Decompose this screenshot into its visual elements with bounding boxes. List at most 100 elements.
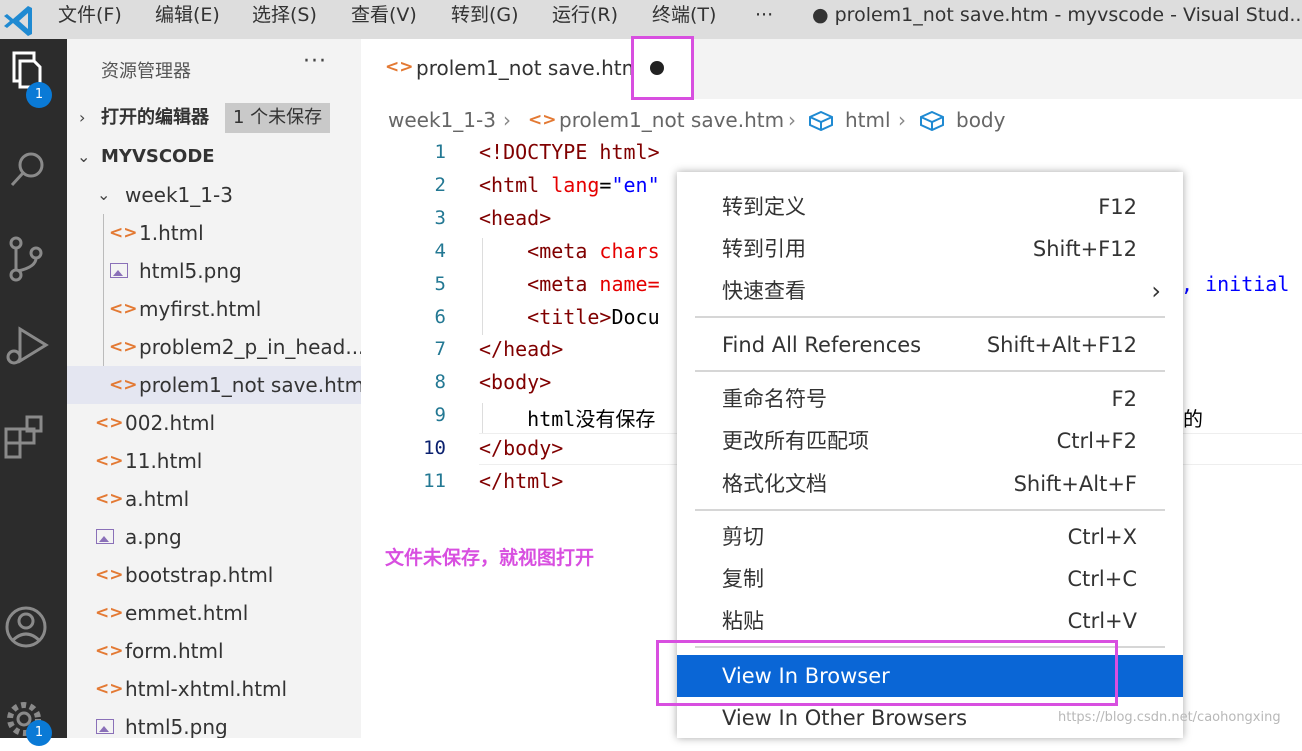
code-line[interactable]: </html> bbox=[479, 469, 563, 493]
chevron-down-icon: ⌄ bbox=[77, 147, 91, 166]
explorer-badge: 1 bbox=[26, 82, 52, 108]
menu-item-rename-symbol[interactable]: 重命名符号 F2 bbox=[677, 378, 1183, 420]
tree-file[interactable]: <> 1.html bbox=[67, 214, 361, 252]
workspace-section[interactable]: ⌄ MYVSCODE bbox=[67, 138, 361, 176]
chevron-right-icon: › bbox=[898, 108, 906, 132]
menu-item-paste[interactable]: 粘贴 Ctrl+V bbox=[677, 600, 1183, 642]
tree-file[interactable]: <> 11.html bbox=[67, 442, 361, 480]
code-line[interactable]: <html lang="en" bbox=[479, 173, 660, 197]
folder-week1[interactable]: ⌄ week1_1-3 bbox=[67, 176, 361, 214]
menu-item-cut[interactable]: 剪切 Ctrl+X bbox=[677, 516, 1183, 558]
search-icon[interactable] bbox=[0, 141, 67, 201]
menu-item-shortcut: Shift+Alt+F12 bbox=[986, 333, 1137, 357]
html-file-icon: <> bbox=[95, 413, 124, 433]
code-token: , initial bbox=[1181, 272, 1290, 296]
tree-file[interactable]: <> bootstrap.html bbox=[67, 556, 361, 594]
tree-file[interactable]: <> 002.html bbox=[67, 404, 361, 442]
breadcrumb-file[interactable]: prolem1_not save.htm bbox=[559, 105, 784, 135]
line-number: 6 bbox=[434, 306, 446, 328]
menu-item-find-all-references[interactable]: Find All References Shift+Alt+F12 bbox=[677, 324, 1183, 366]
tree-file-selected[interactable]: <> prolem1_not save.htm bbox=[67, 366, 361, 404]
html-file-icon: <> bbox=[95, 489, 124, 509]
menu-item-copy[interactable]: 复制 Ctrl+C bbox=[677, 558, 1183, 600]
code-line-overflow: , initial bbox=[1181, 272, 1289, 296]
menu-go[interactable]: 转到(G) bbox=[451, 0, 519, 30]
menu-edit[interactable]: 编辑(E) bbox=[155, 0, 220, 30]
vscode-logo-icon[interactable] bbox=[0, 0, 42, 39]
code-line[interactable]: <title>Docu bbox=[479, 305, 659, 329]
more-actions-button[interactable]: ··· bbox=[303, 49, 327, 74]
menu-item-label: 更改所有匹配项 bbox=[722, 429, 869, 453]
html-file-icon: <> bbox=[95, 565, 124, 585]
menu-run[interactable]: 运行(R) bbox=[552, 0, 618, 30]
tree-file[interactable]: a.png bbox=[67, 518, 361, 556]
open-editors-label: 打开的编辑器 bbox=[101, 107, 209, 128]
tree-file[interactable]: <> problem2_p_in_head... bbox=[67, 328, 361, 366]
file-label: html5.png bbox=[139, 259, 242, 283]
html-file-icon: <> bbox=[528, 110, 557, 130]
menu-item-label: 复制 bbox=[722, 567, 764, 591]
menu-item-format-document[interactable]: 格式化文档 Shift+Alt+F bbox=[677, 463, 1183, 505]
tab-bar: <> prolem1_not save.htm bbox=[361, 39, 1302, 99]
html-file-icon: <> bbox=[95, 679, 124, 699]
html-file-icon: <> bbox=[95, 451, 124, 471]
code-line[interactable]: </head> bbox=[479, 337, 563, 361]
line-number: 2 bbox=[434, 174, 446, 196]
unsaved-badge: 1 个未保存 bbox=[225, 103, 331, 133]
tree-file[interactable]: <> form.html bbox=[67, 632, 361, 670]
menu-item-shortcut: F2 bbox=[1111, 387, 1137, 411]
chevron-right-icon: › bbox=[79, 108, 86, 127]
menu-item-peek[interactable]: 快速查看 › bbox=[677, 270, 1183, 312]
code-line[interactable]: </body> bbox=[479, 436, 563, 460]
menu-item-go-to-definition[interactable]: 转到定义 F12 bbox=[677, 186, 1183, 228]
menu-item-change-all-occurrences[interactable]: 更改所有匹配项 Ctrl+F2 bbox=[677, 420, 1183, 462]
tree-file[interactable]: <> myfirst.html bbox=[67, 290, 361, 328]
menu-item-label: 转到引用 bbox=[722, 237, 806, 261]
settings-badge: 1 bbox=[26, 720, 52, 746]
html-file-icon: <> bbox=[95, 603, 124, 623]
html-file-icon: <> bbox=[109, 375, 138, 395]
settings-gear-icon[interactable]: 1 bbox=[0, 687, 67, 747]
source-control-icon[interactable] bbox=[0, 229, 67, 289]
menu-selection[interactable]: 选择(S) bbox=[252, 0, 317, 30]
workspace-label: MYVSCODE bbox=[101, 146, 215, 167]
menu-item-shortcut: Ctrl+V bbox=[1067, 609, 1137, 633]
explorer-title: 资源管理器 bbox=[101, 61, 191, 82]
line-number: 8 bbox=[434, 371, 446, 393]
breadcrumb-folder[interactable]: week1_1-3 bbox=[388, 105, 496, 135]
tree-file[interactable]: html5.png bbox=[67, 252, 361, 290]
tree-file[interactable]: html5.png bbox=[67, 708, 361, 738]
explorer-sidebar: 资源管理器 ··· › 打开的编辑器 1 个未保存 ⌄ MYVSCODE ⌄ w… bbox=[67, 39, 361, 738]
code-token: 的 bbox=[1183, 407, 1203, 431]
menu-item-label: 剪切 bbox=[722, 525, 764, 549]
menu-separator bbox=[695, 509, 1165, 511]
code-line[interactable]: <meta chars bbox=[479, 239, 660, 263]
code-token: chars bbox=[599, 239, 660, 263]
breadcrumb-html[interactable]: html bbox=[845, 105, 891, 135]
code-line[interactable]: <!DOCTYPE html> bbox=[479, 140, 660, 164]
tree-file[interactable]: <> emmet.html bbox=[67, 594, 361, 632]
menu-view[interactable]: 查看(V) bbox=[351, 0, 417, 30]
menu-terminal[interactable]: 终端(T) bbox=[652, 0, 716, 30]
title-bar: 文件(F) 编辑(E) 选择(S) 查看(V) 转到(G) 运行(R) 终端(T… bbox=[0, 0, 1302, 39]
tree-file[interactable]: <> html-xhtml.html bbox=[67, 670, 361, 708]
code-line[interactable]: html没有保存 bbox=[479, 403, 655, 432]
file-label: prolem1_not save.htm bbox=[139, 373, 361, 397]
breadcrumb-body[interactable]: body bbox=[956, 105, 1005, 135]
code-token: <head> bbox=[479, 206, 552, 230]
menu-more[interactable]: ··· bbox=[755, 0, 773, 30]
accounts-icon[interactable] bbox=[0, 595, 67, 655]
code-line[interactable]: <meta name= bbox=[479, 272, 659, 296]
line-number: 11 bbox=[423, 470, 446, 492]
window-title: ● prolem1_not save.htm - myvscode - Visu… bbox=[812, 4, 1302, 26]
menu-file[interactable]: 文件(F) bbox=[58, 0, 122, 30]
extensions-icon[interactable] bbox=[0, 407, 67, 467]
code-token: </html> bbox=[479, 469, 564, 493]
code-token: <meta bbox=[479, 272, 600, 296]
tree-file[interactable]: <> a.html bbox=[67, 480, 361, 518]
explorer-icon[interactable]: 1 bbox=[0, 43, 67, 108]
code-line[interactable]: <body> bbox=[479, 370, 551, 394]
run-debug-icon[interactable] bbox=[0, 317, 67, 377]
code-line[interactable]: <head> bbox=[479, 206, 551, 230]
menu-item-go-to-references[interactable]: 转到引用 Shift+F12 bbox=[677, 228, 1183, 270]
